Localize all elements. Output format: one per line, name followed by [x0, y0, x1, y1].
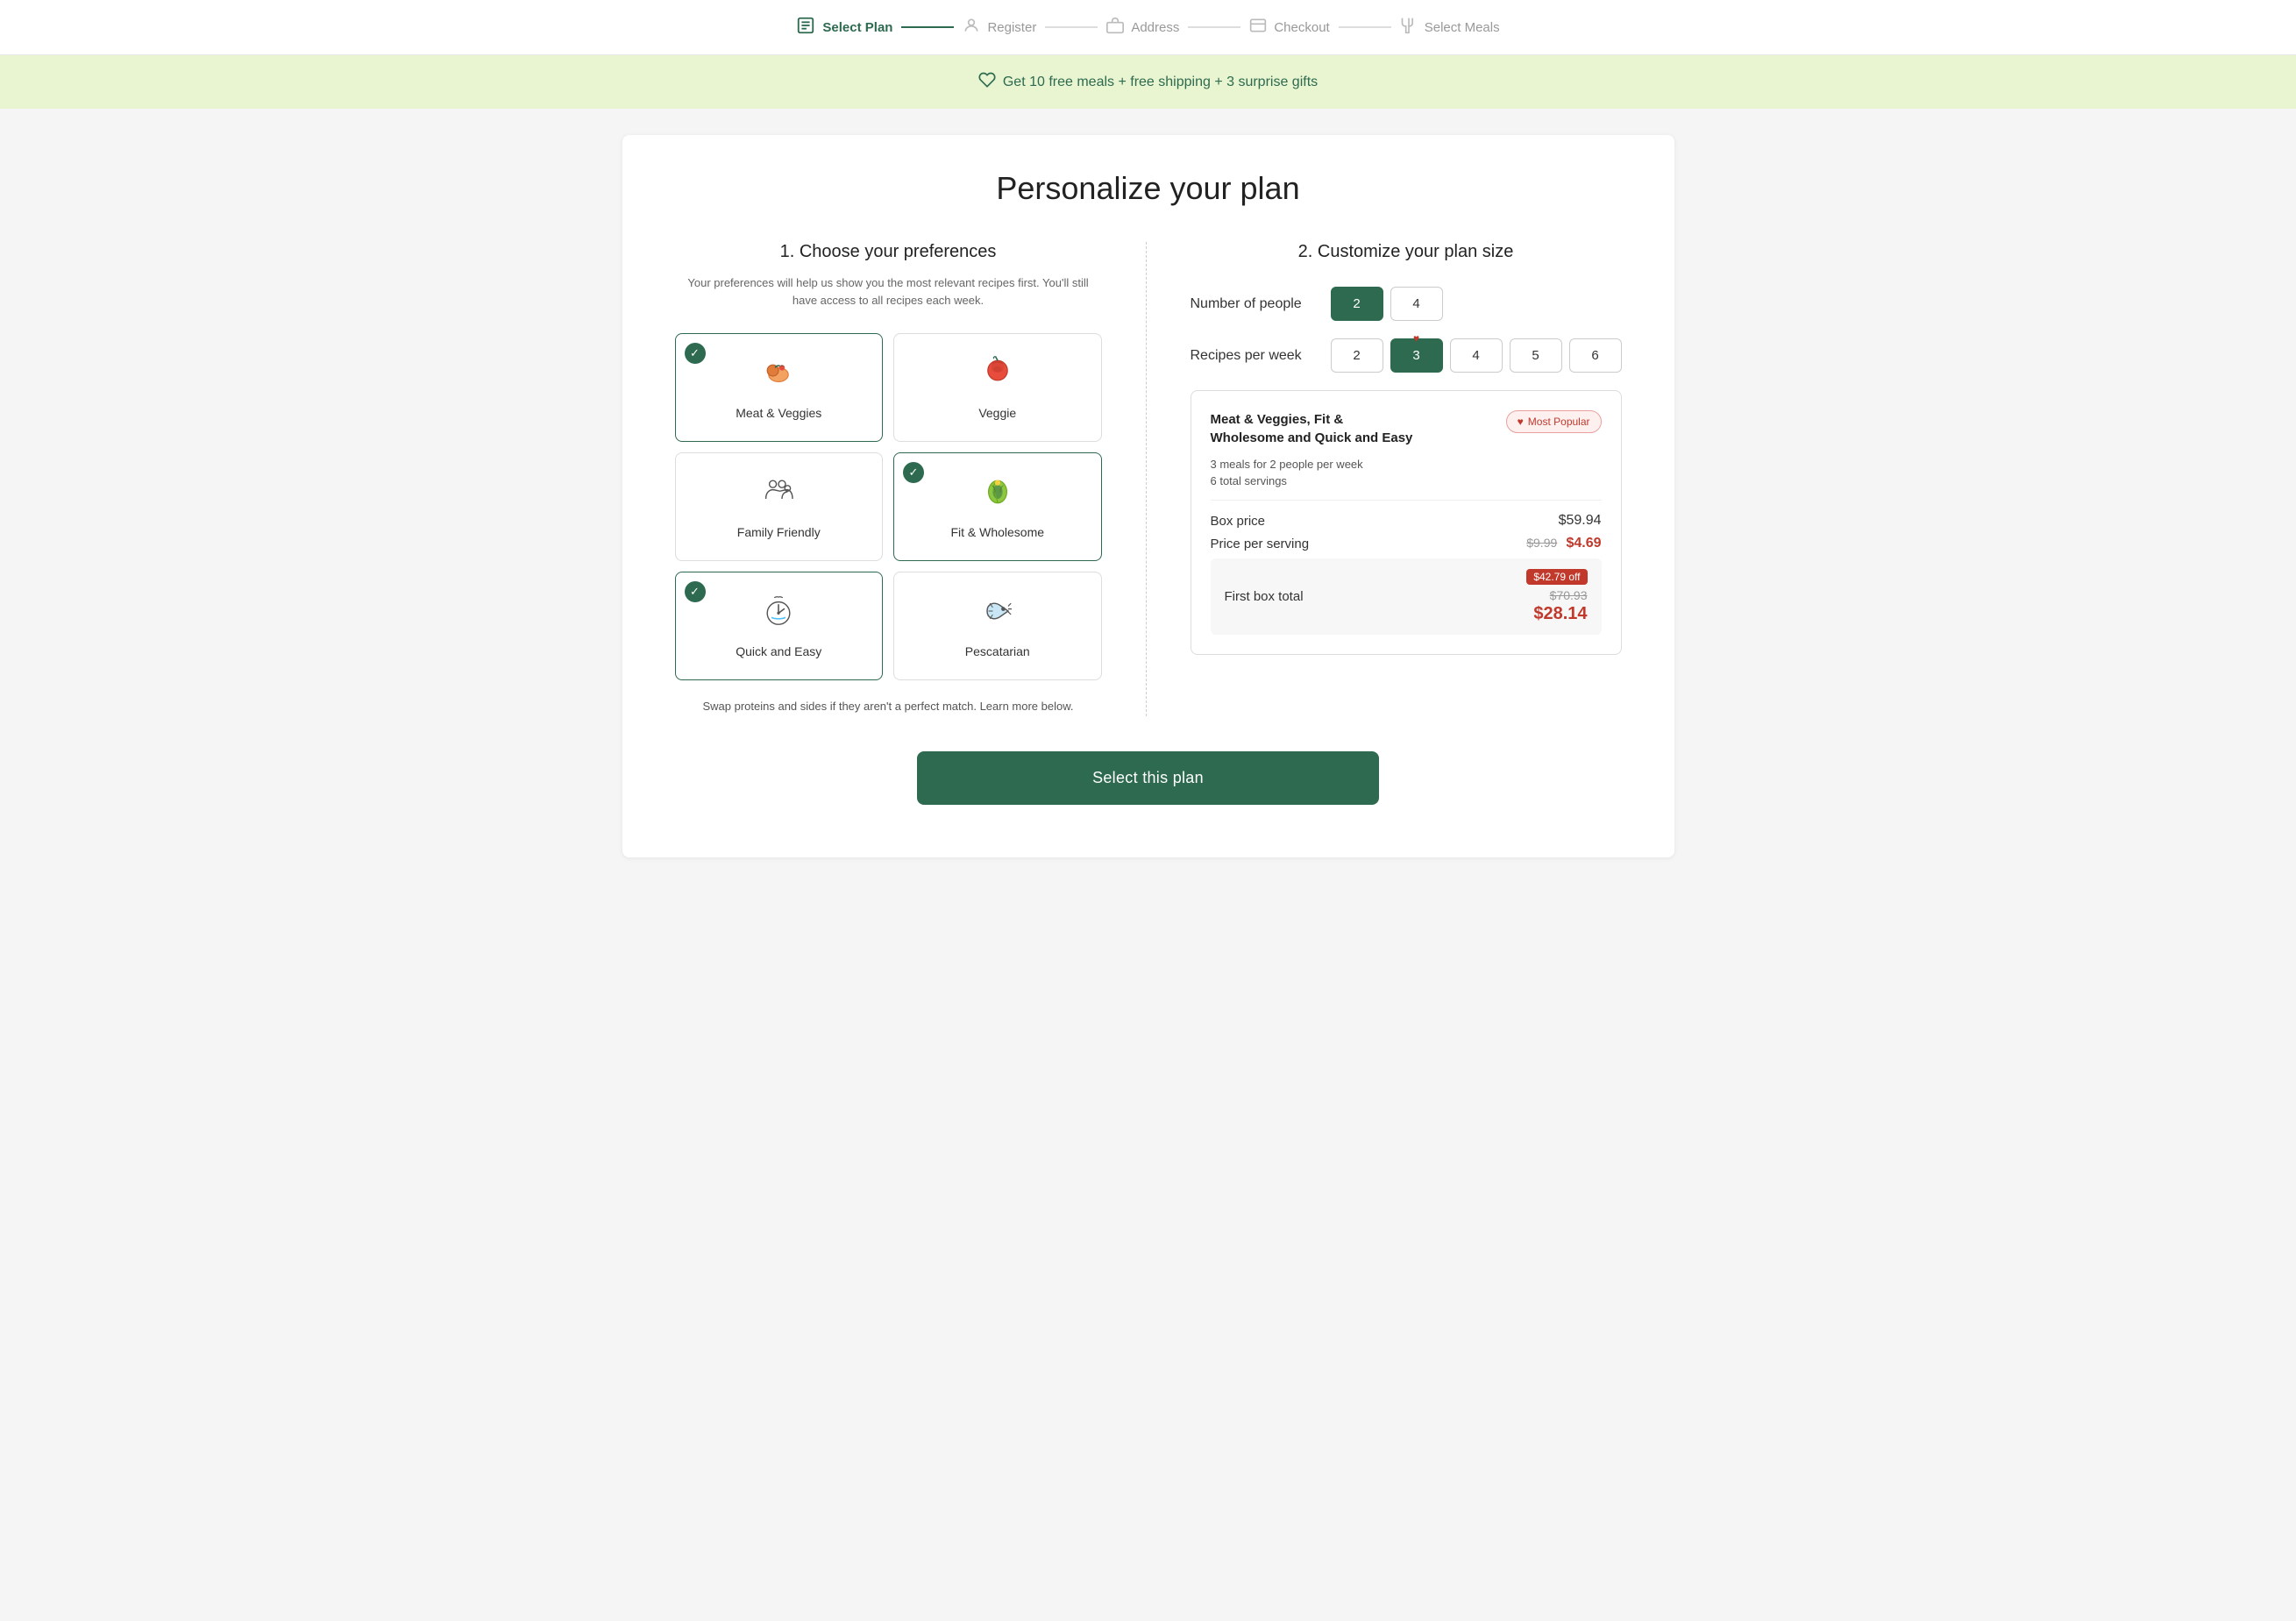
preferences-description: Your preferences will help us show you t…	[675, 274, 1102, 309]
price-original: $9.99	[1526, 536, 1557, 550]
recipes-btn-2[interactable]: 2	[1331, 338, 1383, 373]
check-badge-quick-easy: ✓	[685, 581, 706, 602]
recipes-buttons: 2 ♥ 3 4 5 6	[1331, 338, 1622, 373]
nav-step-label: Checkout	[1274, 20, 1329, 35]
fit-wholesome-icon	[980, 474, 1015, 515]
cta-section: Select this plan	[675, 751, 1622, 805]
nav-line-1	[901, 26, 954, 28]
recipes-btn-4[interactable]: 4	[1450, 338, 1503, 373]
popular-heart: ♥	[1413, 332, 1419, 345]
check-badge-meat-veggies: ✓	[685, 343, 706, 364]
first-box-prices: $42.79 off $70.93 $28.14	[1526, 569, 1587, 624]
pref-card-veggie[interactable]: Veggie	[893, 333, 1102, 442]
nav-step-label: Select Meals	[1425, 20, 1500, 35]
pref-label-fit-wholesome: Fit & Wholesome	[950, 525, 1044, 539]
promo-icon	[978, 71, 996, 93]
price-per-serving-values: $9.99 $4.69	[1526, 536, 1601, 551]
box-price-value: $59.94	[1559, 513, 1602, 529]
pref-card-pescatarian[interactable]: Pescatarian	[893, 572, 1102, 680]
preferences-heading: 1. Choose your preferences	[675, 242, 1102, 262]
nav-step-checkout[interactable]: Checkout	[1249, 17, 1329, 38]
quick-easy-icon	[761, 594, 796, 634]
pref-card-fit-wholesome[interactable]: ✓ Fit & Wholesome	[893, 452, 1102, 561]
summary-servings-desc: 6 total servings	[1211, 474, 1602, 487]
pref-label-family-friendly: Family Friendly	[737, 525, 821, 539]
recipes-option-row: Recipes per week 2 ♥ 3 4 5 6	[1191, 338, 1622, 373]
recipes-btn-6[interactable]: 6	[1569, 338, 1622, 373]
nav-step-label: Address	[1131, 20, 1179, 35]
price-discounted: $4.69	[1566, 536, 1601, 551]
meat-veggies-icon	[761, 355, 796, 395]
popular-badge: ♥ Most Popular	[1506, 410, 1602, 433]
pref-label-veggie: Veggie	[978, 406, 1016, 420]
register-icon	[963, 17, 980, 38]
recipes-label: Recipes per week	[1191, 348, 1331, 364]
main-card: Personalize your plan 1. Choose your pre…	[622, 135, 1674, 857]
people-buttons: 2 4	[1331, 287, 1443, 321]
nav-step-select-plan[interactable]: Select Plan	[796, 16, 892, 39]
box-price-label: Box price	[1211, 514, 1266, 529]
popular-heart-icon: ♥	[1518, 416, 1524, 428]
navigation: Select Plan Register Address Checkout	[0, 0, 2296, 55]
pref-label-quick-easy: Quick and Easy	[736, 644, 821, 658]
nav-line-3	[1188, 26, 1240, 28]
nav-step-register[interactable]: Register	[963, 17, 1036, 38]
recipes-btn-5[interactable]: 5	[1510, 338, 1562, 373]
nav-step-label: Register	[987, 20, 1036, 35]
popular-badge-text: Most Popular	[1528, 416, 1590, 428]
preferences-section: 1. Choose your preferences Your preferen…	[675, 242, 1147, 716]
pref-label-meat-veggies: Meat & Veggies	[736, 406, 821, 420]
price-per-serving-label: Price per serving	[1211, 537, 1310, 551]
first-box-row: First box total $42.79 off $70.93 $28.14	[1211, 558, 1602, 635]
people-option-row: Number of people 2 4	[1191, 287, 1622, 321]
summary-card: Meat & Veggies, Fit & Wholesome and Quic…	[1191, 390, 1622, 655]
page-title: Personalize your plan	[675, 170, 1622, 207]
pref-card-family-friendly[interactable]: Family Friendly	[675, 452, 884, 561]
customize-heading: 2. Customize your plan size	[1191, 242, 1622, 262]
preferences-grid: ✓ Meat & Veggies Veggie	[675, 333, 1102, 680]
box-price-row: Box price $59.94	[1211, 513, 1602, 529]
price-per-serving-row: Price per serving $9.99 $4.69	[1211, 536, 1602, 551]
people-label: Number of people	[1191, 296, 1331, 312]
checkout-icon	[1249, 17, 1267, 38]
promo-text: Get 10 free meals + free shipping + 3 su…	[1003, 75, 1318, 90]
select-plan-icon	[796, 16, 815, 39]
family-friendly-icon	[761, 474, 796, 515]
off-badge: $42.79 off	[1526, 569, 1587, 585]
check-badge-fit-wholesome: ✓	[903, 462, 924, 483]
pescatarian-icon	[980, 594, 1015, 634]
address-icon	[1106, 17, 1124, 38]
veggie-icon	[980, 355, 1015, 395]
people-btn-4[interactable]: 4	[1390, 287, 1443, 321]
pref-label-pescatarian: Pescatarian	[965, 644, 1030, 658]
first-box-total: $28.14	[1533, 604, 1587, 624]
select-meals-icon	[1400, 17, 1418, 38]
nav-line-2	[1045, 26, 1098, 28]
pref-card-meat-veggies[interactable]: ✓ Meat & Veggies	[675, 333, 884, 442]
first-box-original: $70.93	[1550, 588, 1588, 602]
promo-banner: Get 10 free meals + free shipping + 3 su…	[0, 55, 2296, 109]
recipes-btn-3[interactable]: ♥ 3	[1390, 338, 1443, 373]
swap-note: Swap proteins and sides if they aren't a…	[675, 698, 1102, 716]
nav-step-label: Select Plan	[822, 20, 892, 35]
nav-line-4	[1339, 26, 1391, 28]
summary-meals-desc: 3 meals for 2 people per week	[1211, 458, 1602, 471]
customize-section: 2. Customize your plan size Number of pe…	[1147, 242, 1622, 716]
select-plan-button[interactable]: Select this plan	[917, 751, 1379, 805]
people-btn-2[interactable]: 2	[1331, 287, 1383, 321]
nav-step-select-meals[interactable]: Select Meals	[1400, 17, 1500, 38]
summary-title: Meat & Veggies, Fit & Wholesome and Quic…	[1211, 410, 1421, 447]
nav-step-address[interactable]: Address	[1106, 17, 1179, 38]
first-box-label: First box total	[1225, 589, 1304, 604]
pref-card-quick-easy[interactable]: ✓ Quick and Easy	[675, 572, 884, 680]
